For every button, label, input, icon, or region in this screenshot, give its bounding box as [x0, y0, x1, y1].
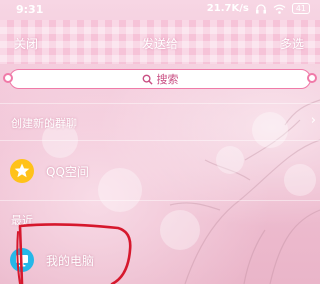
headset-icon	[255, 3, 266, 13]
section-title-recent: 最近	[11, 214, 33, 227]
search-bar-decoration-right	[307, 73, 317, 83]
status-bar: 9:31 21.7K/s 41	[0, 0, 320, 20]
network-speed: 21.7K/s	[206, 3, 249, 14]
page-title: 发送给	[141, 37, 178, 51]
multi-select-button[interactable]: 多选	[280, 35, 304, 52]
search-input[interactable]: 搜索	[3, 69, 317, 89]
chevron-right-icon: ›	[310, 113, 316, 128]
create-group-link[interactable]: 创建新的群聊	[11, 115, 77, 131]
divider	[0, 140, 320, 141]
divider	[0, 200, 320, 201]
search-bar-decoration-left	[3, 73, 13, 83]
divider	[0, 103, 320, 104]
list-item-qzone[interactable]: QQ空间	[0, 151, 320, 191]
my-computer-label: 我的电脑	[46, 254, 95, 268]
status-indicators: 21.7K/s 41	[207, 3, 310, 14]
search-icon	[142, 74, 153, 85]
monitor-icon	[10, 248, 34, 272]
list-item-my-computer[interactable]: 我的电脑	[0, 240, 320, 280]
header-bar: 关闭 发送给 多选	[0, 20, 320, 64]
star-icon	[10, 159, 34, 183]
wifi-icon	[273, 4, 286, 14]
qzone-label: QQ空间	[46, 165, 89, 179]
search-placeholder: 搜索	[156, 73, 179, 86]
status-time: 9:31	[16, 3, 44, 16]
battery-indicator: 41	[291, 3, 310, 14]
